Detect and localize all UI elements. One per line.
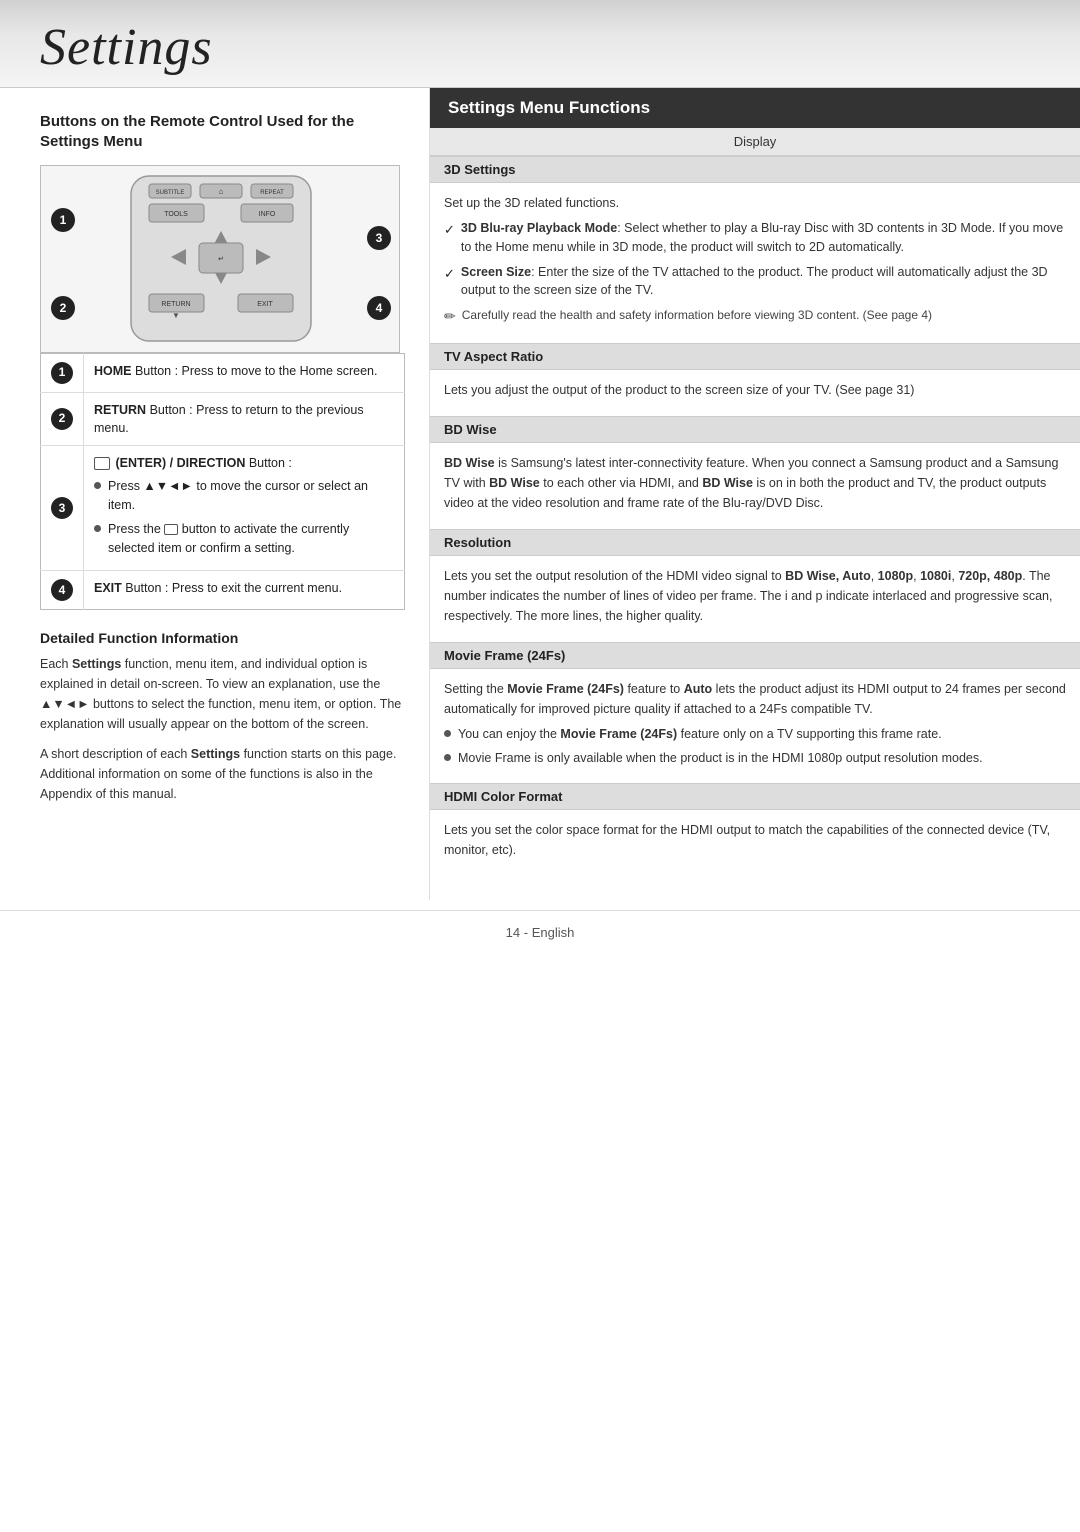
btn-desc-2: RETURN Button : Press to return to the p…	[84, 393, 405, 446]
bullet-movie-frame-1: You can enjoy the Movie Frame (24Fs) fea…	[444, 725, 1066, 744]
bullet-movie-frame-2: Movie Frame is only available when the p…	[444, 749, 1066, 768]
table-row: 1 HOME Button : Press to move to the Hom…	[41, 354, 405, 393]
svg-text:REPEAT: REPEAT	[260, 190, 284, 196]
table-row: 4 EXIT Button : Press to exit the curren…	[41, 571, 405, 610]
detailed-para-1: Each Settings function, menu item, and i…	[40, 654, 405, 734]
svg-text:TOOLS: TOOLS	[164, 211, 188, 218]
smf-header: Settings Menu Functions	[430, 88, 1080, 128]
section-body-resolution: Lets you set the output resolution of th…	[430, 556, 1080, 642]
svg-text:RETURN: RETURN	[161, 301, 190, 308]
table-row: 3 (ENTER) / DIRECTION Button : Press ▲▼◄…	[41, 446, 405, 571]
page-title: Settings	[40, 19, 213, 76]
section-label-tv-aspect: TV Aspect Ratio	[430, 343, 1080, 370]
check-item-screen-size: ✓ Screen Size: Enter the size of the TV …	[444, 263, 1066, 301]
section-body-hdmi-color: Lets you set the color space format for …	[430, 810, 1080, 876]
section-label-bd-wise: BD Wise	[430, 416, 1080, 443]
btn-desc-1: HOME Button : Press to move to the Home …	[84, 354, 405, 393]
circle-label-4: 4	[367, 296, 391, 320]
left-section-heading: Buttons on the Remote Control Used for t…	[40, 112, 405, 151]
circle-label-1: 1	[51, 208, 75, 232]
main-content: Buttons on the Remote Control Used for t…	[0, 88, 1080, 900]
svg-text:SUBTITLE: SUBTITLE	[156, 190, 185, 196]
note-item-3d: ✏ Carefully read the health and safety i…	[444, 306, 1066, 327]
section-label-hdmi-color: HDMI Color Format	[430, 783, 1080, 810]
detailed-para-2: A short description of each Settings fun…	[40, 744, 405, 804]
right-column: Settings Menu Functions Display 3D Setti…	[430, 88, 1080, 900]
btn-desc-3: (ENTER) / DIRECTION Button : Press ▲▼◄► …	[84, 446, 405, 571]
language-label: English	[532, 925, 575, 940]
svg-text:EXIT: EXIT	[257, 301, 273, 308]
section-body-tv-aspect: Lets you adjust the output of the produc…	[430, 370, 1080, 416]
table-row: 2 RETURN Button : Press to return to the…	[41, 393, 405, 446]
btn-circle-1: 1	[51, 362, 73, 384]
remote-diagram: SUBTITLE ⌂ REPEAT TOOLS INFO	[40, 165, 400, 353]
remote-svg: SUBTITLE ⌂ REPEAT TOOLS INFO	[41, 166, 401, 354]
section-body-movie-frame: Setting the Movie Frame (24Fs) feature t…	[430, 669, 1080, 783]
btn-circle-4: 4	[51, 579, 73, 601]
section-label-movie-frame: Movie Frame (24Fs)	[430, 642, 1080, 669]
page-footer: 14 - English	[0, 910, 1080, 950]
btn-desc-4: EXIT Button : Press to exit the current …	[84, 571, 405, 610]
svg-text:↵: ↵	[218, 256, 224, 263]
page-number: 14	[506, 925, 520, 940]
section-body-3d: Set up the 3D related functions. ✓ 3D Bl…	[430, 183, 1080, 343]
section-label-3d: 3D Settings	[430, 156, 1080, 183]
circle-label-3: 3	[367, 226, 391, 250]
page-header: Settings	[0, 0, 1080, 88]
section-label-resolution: Resolution	[430, 529, 1080, 556]
section-body-bd-wise: BD Wise is Samsung's latest inter-connec…	[430, 443, 1080, 529]
buttons-table: 1 HOME Button : Press to move to the Hom…	[40, 353, 405, 610]
circle-label-2: 2	[51, 296, 75, 320]
detailed-function-heading: Detailed Function Information	[40, 630, 405, 646]
left-column: Buttons on the Remote Control Used for t…	[0, 88, 430, 900]
svg-text:⌂: ⌂	[219, 187, 224, 196]
btn-circle-2: 2	[51, 408, 73, 430]
display-subheader: Display	[430, 128, 1080, 156]
check-item-3d-bluray: ✓ 3D Blu-ray Playback Mode: Select wheth…	[444, 219, 1066, 257]
btn-circle-3: 3	[51, 497, 73, 519]
svg-text:▼: ▼	[172, 311, 180, 320]
svg-text:INFO: INFO	[259, 211, 276, 218]
